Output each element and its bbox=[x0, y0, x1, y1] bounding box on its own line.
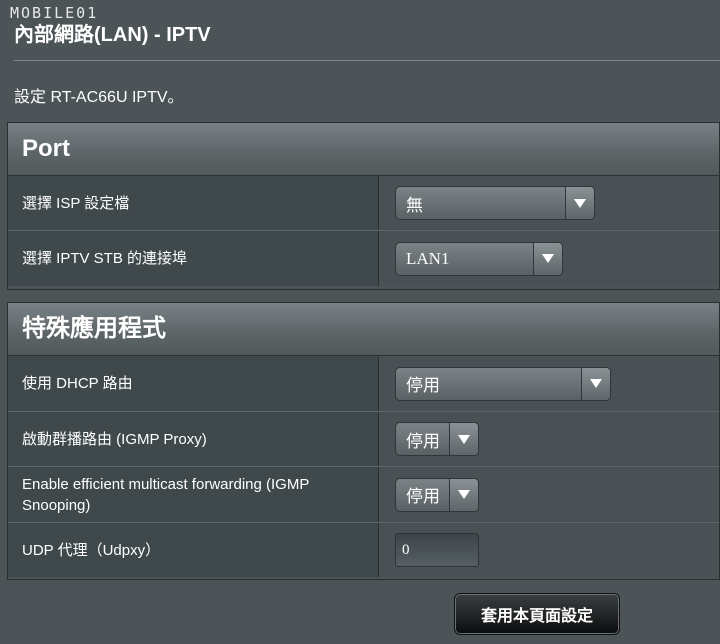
chevron-down-icon[interactable] bbox=[565, 187, 594, 219]
dhcp-route-label: 使用 DHCP 路由 bbox=[8, 356, 379, 411]
igmp-snooping-select[interactable]: 停用 bbox=[395, 477, 479, 512]
udpxy-label: UDP 代理（Udpxy） bbox=[8, 523, 379, 577]
stb-port-value: LAN1 bbox=[406, 248, 450, 268]
chevron-down-icon[interactable] bbox=[533, 242, 562, 275]
stb-port-label: 選擇 IPTV STB 的連接埠 bbox=[8, 231, 379, 286]
apply-settings-button[interactable]: 套用本頁面設定 bbox=[454, 593, 620, 635]
isp-profile-label: 選擇 ISP 設定檔 bbox=[8, 176, 379, 230]
title-divider bbox=[14, 60, 720, 61]
udpxy-row: UDP 代理（Udpxy） bbox=[8, 523, 719, 577]
igmp-snooping-label: Enable efficient multicast forwarding (I… bbox=[8, 467, 379, 522]
port-panel-title: Port bbox=[8, 123, 719, 176]
chevron-down-icon[interactable] bbox=[581, 367, 610, 400]
igmp-proxy-value: 停用 bbox=[406, 431, 440, 451]
stb-port-select[interactable]: LAN1 bbox=[395, 241, 563, 276]
dhcp-route-value: 停用 bbox=[406, 376, 440, 395]
dhcp-route-select[interactable]: 停用 bbox=[395, 366, 611, 401]
port-panel: Port 選擇 ISP 設定檔 無 選擇 IPTV STB 的連接埠 LAN1 bbox=[7, 122, 720, 290]
igmp-proxy-row: 啟動群播路由 (IGMP Proxy) 停用 bbox=[8, 412, 719, 467]
dhcp-route-row: 使用 DHCP 路由 停用 bbox=[8, 356, 719, 412]
isp-profile-value: 無 bbox=[406, 195, 423, 215]
isp-profile-select[interactable]: 無 bbox=[395, 186, 595, 220]
special-apps-panel: 特殊應用程式 使用 DHCP 路由 停用 啟動群播路由 (IGMP Proxy)… bbox=[7, 302, 720, 580]
igmp-snooping-row: Enable efficient multicast forwarding (I… bbox=[8, 467, 719, 523]
igmp-proxy-select[interactable]: 停用 bbox=[395, 422, 479, 456]
stb-port-row: 選擇 IPTV STB 的連接埠 LAN1 bbox=[8, 231, 719, 286]
isp-profile-row: 選擇 ISP 設定檔 無 bbox=[8, 176, 719, 231]
special-apps-panel-title: 特殊應用程式 bbox=[8, 303, 719, 356]
page-description: 設定 RT-AC66U IPTV。 bbox=[14, 89, 184, 106]
page-title: 內部網路(LAN) - IPTV bbox=[14, 24, 211, 46]
chevron-down-icon[interactable] bbox=[449, 478, 478, 511]
igmp-proxy-label: 啟動群播路由 (IGMP Proxy) bbox=[8, 412, 379, 466]
udpxy-input[interactable] bbox=[395, 533, 479, 567]
chevron-down-icon[interactable] bbox=[449, 423, 478, 455]
igmp-snooping-value: 停用 bbox=[406, 487, 440, 506]
